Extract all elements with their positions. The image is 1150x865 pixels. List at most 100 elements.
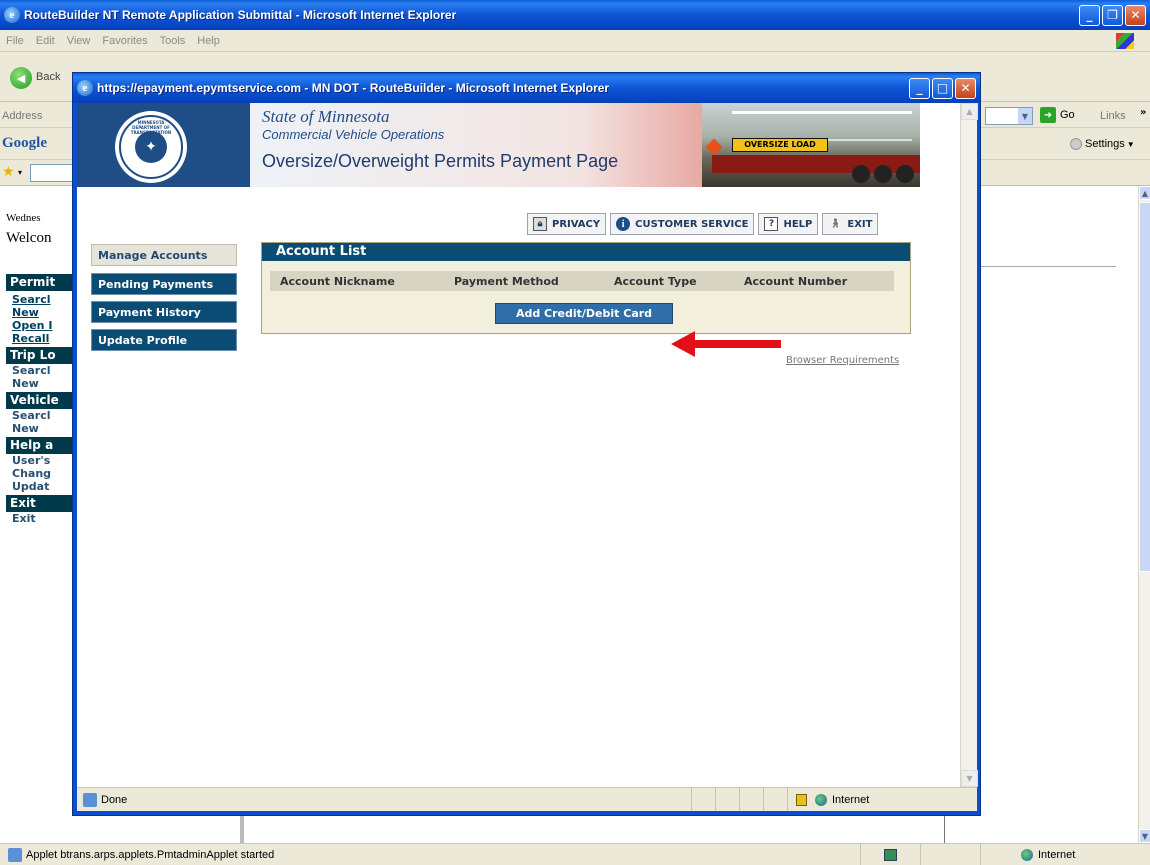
add-credit-debit-card-button[interactable]: Add Credit/Debit Card — [495, 303, 673, 324]
menu-favorites[interactable]: Favorites — [102, 35, 147, 47]
back-button[interactable]: ◀ — [10, 67, 32, 89]
sidebar-heading-permit: Permit — [6, 274, 76, 291]
sidebar-link-permit-search[interactable]: Searcl — [6, 293, 76, 306]
outer-menubar: File Edit View Favorites Tools Help — [0, 30, 1150, 52]
col-account-type: Account Type — [614, 274, 697, 288]
sidebar-heading-trip: Trip Lo — [6, 347, 76, 364]
privacy-button[interactable]: 🔒︎ PRIVACY — [527, 213, 607, 235]
popup-ie-icon: e — [77, 80, 93, 96]
sidebar-link-vehicle-search[interactable]: Searcl — [6, 409, 76, 422]
favorites-star-icon[interactable]: ★ — [2, 164, 15, 180]
outer-divider-line — [980, 266, 1116, 267]
go-button[interactable]: ➜ Go — [1040, 107, 1075, 123]
links-button[interactable]: Links — [1100, 110, 1126, 122]
popup-status-zone-label: Internet — [832, 793, 870, 806]
outer-scroll-down-icon[interactable]: ▼ — [1139, 829, 1150, 843]
chevron-down-icon: ▼ — [1018, 108, 1032, 124]
exit-person-icon: 🚶︎ — [829, 219, 842, 229]
outer-status-cell-2 — [920, 844, 980, 865]
sidebar-link-permit-recall[interactable]: Recall — [6, 332, 76, 345]
sidebar-link-permit-new[interactable]: New — [6, 306, 76, 319]
popup-status-cell-2 — [715, 788, 739, 811]
settings-button[interactable]: Settings ▼ — [1070, 138, 1135, 150]
applet-icon — [884, 848, 897, 861]
outer-status-zone: Internet — [980, 844, 1150, 865]
menu-help[interactable]: Help — [197, 35, 220, 47]
outer-statusbar: Applet btrans.arps.applets.PmtadminApple… — [0, 843, 1150, 865]
exit-label: EXIT — [847, 218, 873, 230]
popup-page-icon — [83, 792, 97, 807]
banner-state-name: State of Minnesota — [262, 107, 390, 126]
oversize-load-sign: OVERSIZE LOAD — [732, 138, 828, 152]
google-logo: Google — [2, 135, 47, 151]
popup-scrollbar[interactable]: ▲ ▼ — [960, 103, 978, 787]
seal-inner: MINNESOTA DEPARTMENT OF TRANSPORTATION ✦ — [119, 115, 183, 179]
favorites-chevron-icon: ▾ — [18, 168, 23, 177]
popup-scroll-up-icon[interactable]: ▲ — [961, 103, 978, 120]
settings-chevron-icon: ▼ — [1126, 139, 1135, 149]
account-list-panel: Account List Account Nickname Payment Me… — [261, 242, 911, 334]
red-arrow-annotation — [671, 331, 781, 357]
orange-flag — [705, 138, 723, 156]
exit-button[interactable]: 🚶︎ EXIT — [822, 213, 879, 235]
popup-status-cell-1 — [691, 788, 715, 811]
popup-statusbar: Done Internet — [77, 787, 977, 811]
browser-requirements-link[interactable]: Browser Requirements — [786, 355, 899, 366]
sidebar-heading-exit: Exit — [6, 495, 76, 512]
settings-circle-icon — [1070, 138, 1082, 150]
arrow-head — [671, 331, 695, 357]
menu-view[interactable]: View — [67, 35, 91, 47]
popup-scroll-down-icon[interactable]: ▼ — [961, 770, 978, 787]
close-button[interactable]: ✕ — [1125, 4, 1146, 26]
banner-page-title: Oversize/Overweight Permits Payment Page — [262, 151, 619, 171]
compass-star-icon: ✦ — [135, 131, 167, 163]
outer-window-title: RouteBuilder NT Remote Application Submi… — [24, 8, 457, 22]
restore-button[interactable]: ❐ — [1102, 4, 1123, 26]
go-label: Go — [1060, 109, 1075, 121]
help-button[interactable]: ? HELP — [758, 213, 819, 235]
menu-file[interactable]: File — [6, 35, 24, 47]
nav-pending-payments[interactable]: Pending Payments — [91, 273, 237, 295]
nav-payment-history[interactable]: Payment History — [91, 301, 237, 323]
popup-status-text: Done — [101, 793, 128, 806]
outer-scroll-thumb[interactable] — [1139, 202, 1150, 572]
sidebar-link-change[interactable]: Chang — [6, 467, 76, 480]
page-icon — [8, 847, 22, 862]
nav-manage-accounts[interactable]: Manage Accounts — [91, 244, 237, 266]
minimize-button[interactable]: _ — [1079, 4, 1100, 26]
customer-service-label: CUSTOMER SERVICE — [635, 218, 749, 230]
sidebar-link-permit-open[interactable]: Open I — [6, 319, 76, 332]
favorites-search-input[interactable] — [30, 164, 76, 182]
popup-maximize-button[interactable]: □ — [932, 77, 953, 99]
outer-scroll-up-icon[interactable]: ▲ — [1139, 186, 1150, 200]
sidebar-link-exit[interactable]: Exit — [6, 512, 76, 525]
popup-minimize-button[interactable]: _ — [909, 77, 930, 99]
popup-window-title: https://epayment.epymtservice.com - MN D… — [97, 81, 610, 95]
go-arrow-icon: ➜ — [1040, 107, 1056, 123]
sidebar-link-vehicle-new[interactable]: New — [6, 422, 76, 435]
customer-service-button[interactable]: i CUSTOMER SERVICE — [610, 213, 755, 235]
col-payment-method: Payment Method — [454, 274, 559, 288]
sidebar-link-trip-search[interactable]: Searcl — [6, 364, 76, 377]
info-icon: i — [616, 217, 631, 231]
oversize-truck-photo: OVERSIZE LOAD — [702, 103, 920, 187]
windows-logo-icon — [1116, 32, 1134, 49]
menu-tools[interactable]: Tools — [160, 35, 186, 47]
menu-edit[interactable]: Edit — [36, 35, 55, 47]
globe-icon — [1021, 848, 1033, 861]
nav-update-profile[interactable]: Update Profile — [91, 329, 237, 351]
popup-close-button[interactable]: ✕ — [955, 77, 976, 99]
outer-status-cell-1 — [860, 844, 920, 865]
help-icon: ? — [764, 217, 779, 231]
sidebar-link-trip-new[interactable]: New — [6, 377, 76, 390]
outer-titlebar: e RouteBuilder NT Remote Application Sub… — [0, 0, 1150, 30]
sidebar-link-update[interactable]: Updat — [6, 480, 76, 493]
address-label: Address — [2, 110, 43, 122]
back-arrow-icon: ◀ — [16, 71, 26, 85]
address-dropdown[interactable]: ▼ — [985, 107, 1033, 125]
sidebar-link-users-guide[interactable]: User's — [6, 454, 76, 467]
outer-scrollbar[interactable]: ▲ ▼ — [1138, 186, 1150, 843]
truck-wheel-3 — [896, 165, 914, 183]
oversize-load-sign-text: OVERSIZE LOAD — [744, 140, 816, 149]
sidebar-heading-vehicle: Vehicle — [6, 392, 76, 409]
